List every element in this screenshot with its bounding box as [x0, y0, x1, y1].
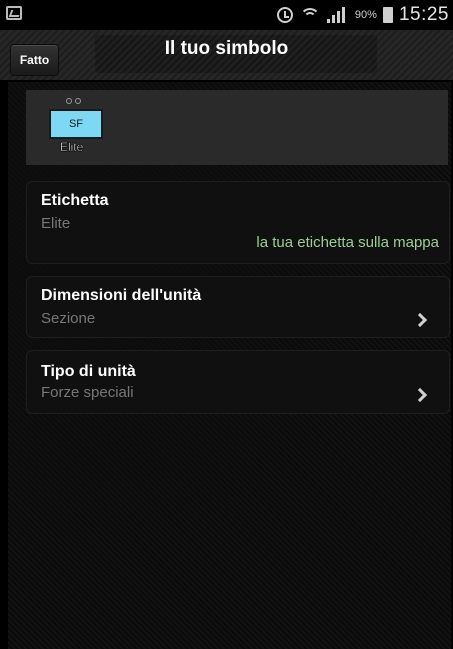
chevron-right-icon	[412, 312, 428, 328]
signal-icon	[326, 7, 349, 23]
label-field-title: Etichetta	[41, 192, 109, 209]
unit-size-marker	[66, 98, 81, 104]
unit-size-field[interactable]: Dimensioni dell'unità Sezione	[26, 276, 450, 338]
unit-size-title: Dimensioni dell'unità	[41, 287, 202, 304]
clock: 15:25	[398, 4, 449, 25]
label-field[interactable]: Etichetta Elite la tua etichetta sulla m…	[26, 181, 450, 264]
label-field-hint: la tua etichetta sulla mappa	[256, 234, 439, 251]
status-icons: 90% 15:25	[276, 4, 449, 26]
content-area: SF Elite Etichetta Elite la tua etichett…	[8, 82, 451, 649]
label-field-value: Elite	[41, 215, 71, 232]
alarm-icon	[276, 7, 293, 23]
wifi-icon	[299, 6, 321, 24]
chevron-right-icon	[412, 387, 428, 403]
battery-percent: 90%	[354, 9, 377, 21]
unit-type-value: Forze speciali	[41, 384, 134, 401]
battery-icon	[382, 7, 393, 23]
unit-symbol-code: SF	[68, 118, 84, 130]
unit-symbol: SF	[49, 109, 103, 139]
page-title: Il tuo simbolo	[164, 38, 289, 59]
unit-size-value: Sezione	[41, 310, 96, 327]
symbol-preview[interactable]: SF Elite	[26, 90, 448, 165]
unit-type-title: Tipo di unità	[41, 363, 136, 380]
gallery-icon	[6, 6, 22, 20]
unit-symbol-label: Elite	[60, 140, 84, 154]
status-bar: 90% 15:25	[0, 0, 453, 30]
unit-type-field[interactable]: Tipo di unità Forze speciali	[26, 350, 450, 414]
